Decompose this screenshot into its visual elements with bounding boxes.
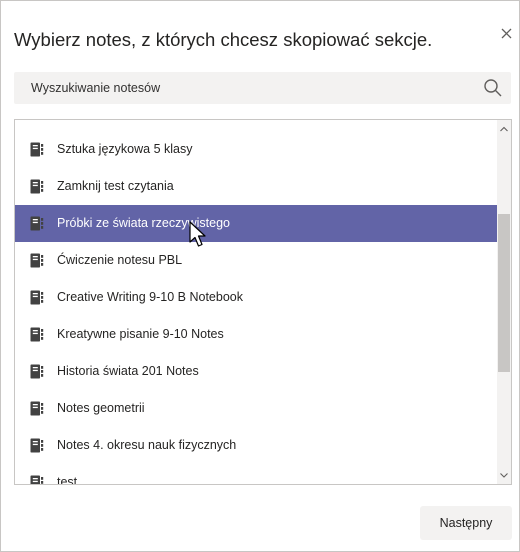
notebook-label: Notes 4. okresu nauk fizycznych: [57, 438, 237, 452]
notebook-icon: [29, 290, 44, 305]
notebook-icon: [29, 327, 44, 342]
notebook-icon: [29, 216, 44, 231]
notebook-label: Ćwiczenie notesu PBL: [57, 253, 183, 267]
notebook-icon: [29, 364, 44, 379]
notebook-icon: [29, 438, 44, 453]
notebook-icon: [29, 142, 44, 157]
notebook-list-item[interactable]: Ćwiczenie notesu PBL: [15, 242, 497, 279]
search-box: [14, 72, 511, 104]
close-icon[interactable]: [496, 23, 518, 45]
notebook-label: Kreatywne pisanie 9-10 Notes: [57, 327, 224, 341]
notebook-label: Historia świata 201 Notes: [57, 364, 199, 378]
notebook-list-item[interactable]: Creative Writing 9-10 B Notebook: [15, 279, 497, 316]
scrollbar-thumb[interactable]: [498, 214, 510, 372]
notebook-list: Sztuka językowa 5 klasy Zamknij test czyt…: [14, 119, 512, 485]
notebook-icon: [29, 179, 44, 194]
notebook-list-item[interactable]: Sztuka językowa 5 klasy: [15, 131, 497, 168]
scroll-down-icon[interactable]: [497, 468, 511, 482]
notebook-label: Notes geometrii: [57, 401, 145, 415]
notebook-label: Zamknij test czytania: [57, 179, 174, 193]
search-icon[interactable]: [483, 78, 503, 98]
notebook-label: Sztuka językowa 5 klasy: [57, 142, 193, 156]
notebook-list-item[interactable]: Historia świata 201 Notes: [15, 353, 497, 390]
dialog-title: Wybierz notes, z których chcesz skopiowa…: [14, 29, 433, 50]
notebook-list-item[interactable]: test: [15, 464, 497, 485]
notebook-list-item[interactable]: Kreatywne pisanie 9-10 Notes: [15, 316, 497, 353]
notebook-list-item[interactable]: Próbki ze świata rzeczywistego: [15, 205, 497, 242]
notebook-icon: [29, 401, 44, 416]
notebook-list-item[interactable]: Zamknij test czytania: [15, 168, 497, 205]
notebook-icon: [29, 253, 44, 268]
scrollbar[interactable]: [497, 120, 511, 484]
notebook-list-item[interactable]: Notes geometrii: [15, 390, 497, 427]
scroll-up-icon[interactable]: [497, 122, 511, 136]
search-input[interactable]: [14, 72, 474, 104]
notebook-label: Creative Writing 9-10 B Notebook: [57, 290, 243, 304]
notebook-label: test: [57, 475, 78, 485]
notebook-label: Próbki ze świata rzeczywistego: [57, 216, 230, 230]
next-button[interactable]: Następny: [420, 506, 512, 540]
notebook-icon: [29, 475, 44, 484]
notebook-list-item[interactable]: Notes 4. okresu nauk fizycznych: [15, 427, 497, 464]
copy-sections-dialog: Wybierz notes, z których chcesz skopiowa…: [0, 0, 520, 552]
